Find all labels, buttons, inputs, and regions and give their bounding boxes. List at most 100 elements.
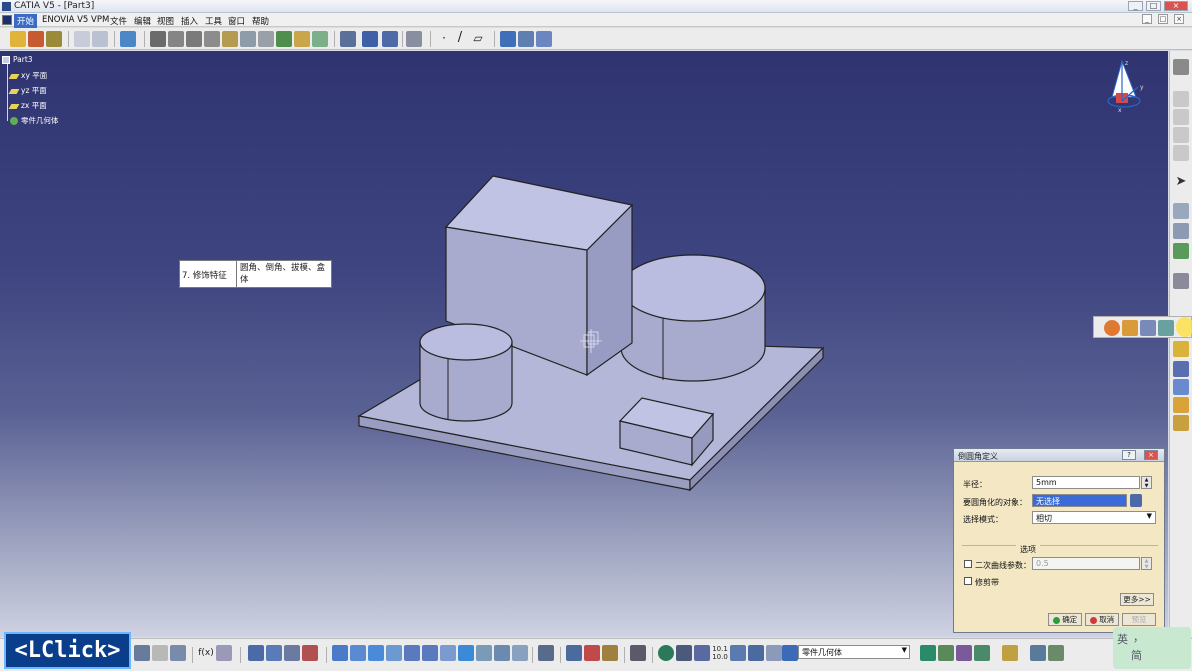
doc-restore-button[interactable]: □: [1158, 14, 1168, 24]
swap-space-icon[interactable]: [512, 645, 528, 661]
face-fillet-icon[interactable]: [1140, 320, 1156, 336]
edge-fillet-icon[interactable]: [1104, 320, 1120, 336]
close-button[interactable]: ×: [1164, 1, 1188, 11]
conic-input[interactable]: 0.5: [1032, 557, 1140, 570]
draft-analysis-icon[interactable]: [1030, 645, 1046, 661]
thread-icon[interactable]: [186, 31, 202, 47]
iso-view-icon[interactable]: [458, 645, 474, 661]
doc-minimize-button[interactable]: _: [1142, 14, 1152, 24]
new-icon[interactable]: [74, 31, 90, 47]
slot-icon[interactable]: [204, 31, 220, 47]
body-select-icon[interactable]: [782, 645, 798, 661]
radius-input[interactable]: 5mm: [1032, 476, 1140, 489]
variable-fillet-icon[interactable]: [1122, 320, 1138, 336]
formula-icon[interactable]: f(x): [198, 645, 214, 661]
analysis-bottom-icon[interactable]: [1002, 645, 1018, 661]
render-icon[interactable]: [630, 645, 646, 661]
menu-tools[interactable]: 工具: [202, 14, 225, 28]
tree-item-zx-plane[interactable]: zx 平面: [8, 100, 47, 111]
normal-view-icon[interactable]: [440, 645, 456, 661]
conic-spinner[interactable]: ▲ ▼: [1141, 557, 1152, 570]
pocket-bottom-icon[interactable]: [584, 645, 600, 661]
whats-this-icon[interactable]: [170, 645, 186, 661]
fit-all-icon[interactable]: [350, 645, 366, 661]
sketch-icon[interactable]: [1173, 203, 1189, 219]
hole-icon[interactable]: [150, 31, 166, 47]
comment-icon[interactable]: [216, 645, 232, 661]
menu-enovia[interactable]: ENOVIA V5 VPM: [39, 14, 112, 26]
hand-icon[interactable]: [676, 645, 692, 661]
solid-combine-icon[interactable]: [276, 31, 292, 47]
menu-insert[interactable]: 插入: [178, 14, 201, 28]
tree-item-xy-plane[interactable]: xy 平面: [8, 70, 47, 81]
grid-icon[interactable]: [382, 31, 398, 47]
tree-root[interactable]: Part3: [2, 55, 33, 64]
measure-icon[interactable]: [1173, 273, 1189, 289]
parameter-icon[interactable]: [536, 31, 552, 47]
pan-icon[interactable]: [368, 645, 384, 661]
stiffener-icon[interactable]: [240, 31, 256, 47]
doc-close-button[interactable]: ×: [1174, 14, 1184, 24]
hide-show-icon[interactable]: [494, 645, 510, 661]
shaft-bottom-icon[interactable]: [602, 645, 618, 661]
tree-item-part-body[interactable]: 零件几何体: [10, 115, 59, 126]
menu-file[interactable]: 文件: [107, 14, 130, 28]
objects-input[interactable]: 无选择: [1032, 494, 1127, 507]
body-select[interactable]: 零件几何体 ▼: [798, 645, 910, 659]
minimize-button[interactable]: _: [1128, 1, 1143, 11]
curvature-icon[interactable]: [1048, 645, 1064, 661]
maximize-button[interactable]: □: [1146, 1, 1161, 11]
stop-icon[interactable]: [302, 645, 318, 661]
apply-material-icon[interactable]: [956, 645, 972, 661]
units-icon[interactable]: 10.1 10.0: [712, 645, 728, 661]
plane-icon[interactable]: ▱: [470, 31, 486, 47]
pocket-icon[interactable]: [28, 31, 44, 47]
tree-expand-icon[interactable]: [266, 645, 282, 661]
tritangent-fillet-icon[interactable]: [1158, 320, 1174, 336]
fillet-tool-icon[interactable]: [1173, 341, 1189, 357]
groove-icon[interactable]: [168, 31, 184, 47]
pad-icon[interactable]: [10, 31, 26, 47]
macro-icon[interactable]: [284, 645, 300, 661]
menu-view[interactable]: 视图: [154, 14, 177, 28]
fly-icon[interactable]: [332, 645, 348, 661]
loft-icon[interactable]: [258, 31, 274, 47]
settings-icon[interactable]: [1173, 59, 1189, 75]
dialog-close-button[interactable]: ×: [1144, 450, 1158, 460]
mode-select[interactable]: 相切 ▼: [1032, 511, 1156, 524]
rotate-icon[interactable]: [386, 645, 402, 661]
chamfer-icon[interactable]: [1176, 317, 1192, 337]
preview-button[interactable]: 预览: [1122, 613, 1156, 626]
gsd-icon[interactable]: [658, 645, 674, 661]
transform-icon[interactable]: [1173, 415, 1189, 431]
radius-spinner[interactable]: ▲ ▼: [1141, 476, 1152, 489]
ime-widget[interactable]: 英 ， 简: [1113, 627, 1191, 669]
axis-icon[interactable]: [694, 645, 710, 661]
zoom-out-icon[interactable]: [422, 645, 438, 661]
layers-icon[interactable]: [120, 31, 136, 47]
menu-edit[interactable]: 编辑: [131, 14, 154, 28]
redo-icon[interactable]: [152, 645, 168, 661]
body-icon[interactable]: [1173, 243, 1189, 259]
rib-icon[interactable]: [222, 31, 238, 47]
menu-help[interactable]: 帮助: [249, 14, 272, 28]
tree-item-yz-plane[interactable]: yz 平面: [8, 85, 47, 96]
knowledge-icon[interactable]: [518, 31, 534, 47]
dialog-help-button[interactable]: ?: [1122, 450, 1136, 460]
shading-icon[interactable]: [476, 645, 492, 661]
list-icon[interactable]: [766, 645, 782, 661]
select-arrow-icon[interactable]: ➤: [1173, 175, 1189, 191]
scene-icon[interactable]: [974, 645, 990, 661]
multi-pad-icon[interactable]: [294, 31, 310, 47]
compass-icon[interactable]: z y x: [1102, 57, 1148, 115]
menu-window[interactable]: 窗口: [225, 14, 248, 28]
remove-loft-icon[interactable]: [312, 31, 328, 47]
view-iso-icon[interactable]: [1173, 145, 1189, 161]
view-side-icon[interactable]: [1173, 127, 1189, 143]
menu-start[interactable]: 开始: [14, 14, 38, 28]
draft-icon[interactable]: [1173, 361, 1189, 377]
trim-ribbons-checkbox[interactable]: [964, 577, 972, 585]
constraint-icon[interactable]: [340, 31, 356, 47]
catalog-bottom-icon[interactable]: [938, 645, 954, 661]
cancel-button[interactable]: 取消: [1085, 613, 1119, 626]
